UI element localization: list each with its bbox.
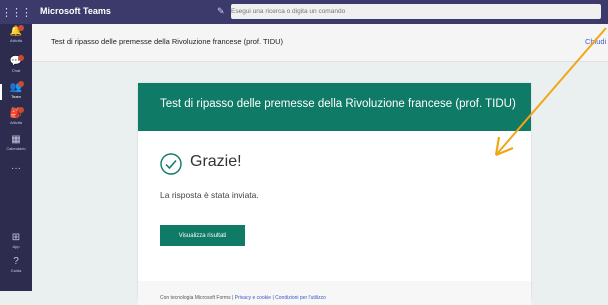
rail-item-label: Team [11, 94, 21, 99]
confirmation-message: La risposta è stata inviata. [160, 190, 259, 200]
checkmark-icon [160, 153, 182, 175]
thanks-heading: Grazie! [190, 153, 242, 170]
app-name: Microsoft Teams [40, 6, 111, 16]
rail-item-app[interactable]: ⊞ App [0, 232, 32, 249]
notification-badge [18, 25, 24, 31]
rail-item-label: App [12, 244, 20, 249]
bell-icon: 🔔 [9, 26, 23, 37]
privacy-link[interactable]: Privacy e cookie [235, 295, 271, 301]
rail-item-label: Calendario [6, 146, 26, 151]
notification-badge [18, 107, 24, 113]
rail-item-team[interactable]: 👥 Team [0, 81, 32, 100]
rail-item-label: Attività [9, 38, 22, 43]
teams-icon: 👥 [9, 82, 23, 93]
rail-item-calendario[interactable]: ▦ Calendario [0, 134, 32, 151]
help-icon: ? [13, 256, 19, 267]
tab-header: Test di ripasso delle premesse della Riv… [32, 24, 608, 62]
form-footer [138, 281, 531, 305]
more-icon: ··· [11, 163, 21, 174]
compose-icon[interactable]: ✎ [217, 6, 225, 17]
notification-badge [18, 81, 24, 87]
notification-badge [18, 55, 24, 61]
rail-item-attività[interactable]: 🎒 Attività [0, 107, 32, 125]
calendar-icon: ▦ [11, 134, 21, 145]
rail-item-label: Guida [10, 268, 22, 273]
apps-icon: ⊞ [11, 232, 21, 243]
form-banner: Test di ripasso delle premesse della Riv… [138, 83, 531, 131]
chat-icon: 💬 [9, 56, 23, 67]
left-rail: 🔔 Attività 💬 Chat 👥 Team 🎒 Attività ▦ Calendario ·… [0, 24, 32, 291]
form-title: Test di ripasso delle premesse della Riv… [160, 98, 516, 110]
top-bar: ⋮⋮⋮ Microsoft Teams ✎ [0, 0, 608, 24]
search-input[interactable] [231, 4, 601, 19]
content-area: Test di ripasso delle premesse della Riv… [32, 62, 608, 305]
tab-title: Test di ripasso delle premesse della Riv… [51, 37, 284, 46]
active-indicator [0, 84, 2, 100]
footer-prefix: Con tecnologia Microsoft Forms | [160, 295, 235, 301]
rail-item-attività[interactable]: 🔔 Attività [0, 25, 32, 43]
close-link[interactable]: Chiudi [585, 37, 606, 46]
terms-link[interactable]: Condizioni per l'utilizzo [275, 295, 326, 301]
waffle-icon[interactable]: ⋮⋮⋮ [0, 0, 32, 24]
rail-item-guida[interactable]: ? Guida [0, 256, 32, 273]
view-results-button[interactable]: Visualizza risultati [160, 225, 245, 246]
rail-item-chat[interactable]: 💬 Chat [0, 55, 32, 73]
rail-item-more[interactable]: ··· [0, 163, 32, 174]
rail-item-label: Attività [9, 120, 22, 125]
rail-item-label: Chat [11, 68, 21, 73]
form-card: Test di ripasso delle premesse della Riv… [138, 83, 531, 305]
footer-text: Con tecnologia Microsoft Forms | Privacy… [160, 295, 326, 301]
assignments-icon: 🎒 [9, 108, 23, 119]
